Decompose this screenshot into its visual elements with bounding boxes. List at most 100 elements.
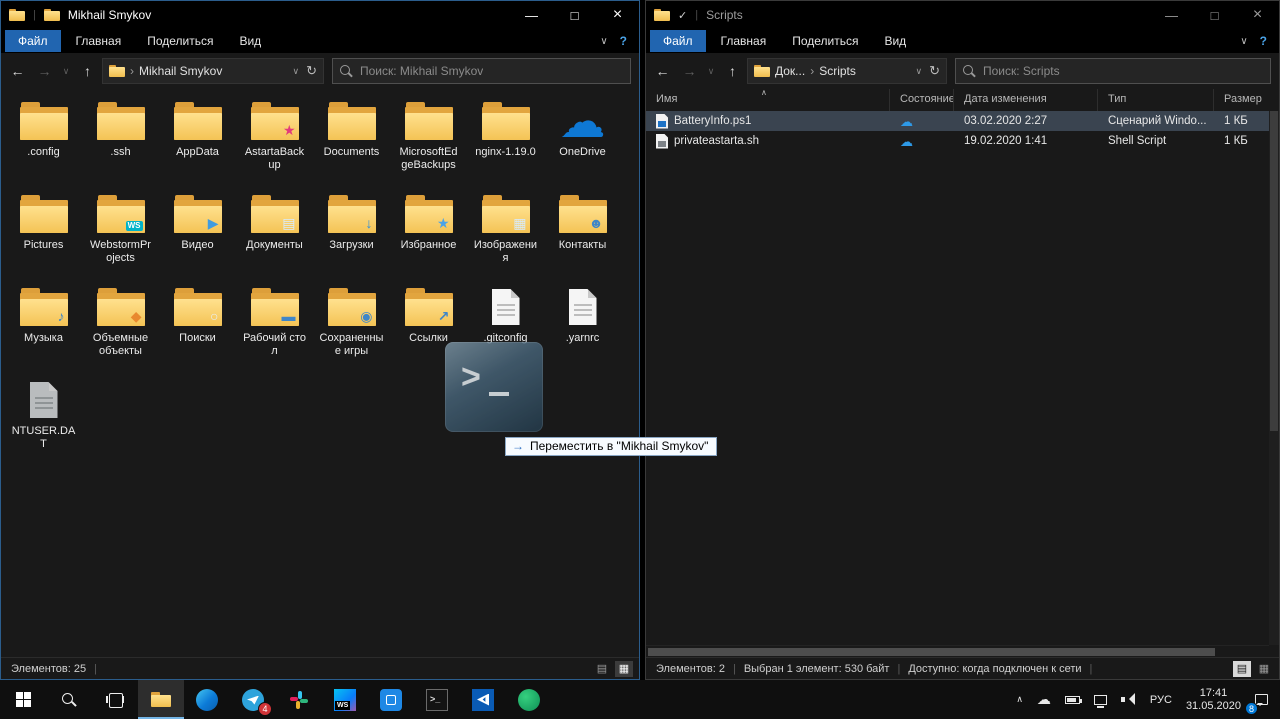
file-item-сохраненные-игры[interactable]: ◉ Сохраненные игры bbox=[313, 281, 390, 374]
column-header-type[interactable]: Тип bbox=[1098, 89, 1214, 111]
file-item-nginx-1.19.0[interactable]: nginx-1.19.0 bbox=[467, 95, 544, 188]
file-item-documents[interactable]: Documents bbox=[313, 95, 390, 188]
slack-taskbar-button[interactable] bbox=[276, 680, 322, 719]
address-bar[interactable]: › Mikhail Smykov ∨ ↻ bbox=[102, 58, 324, 84]
column-header-size[interactable]: Размер bbox=[1214, 89, 1269, 111]
file-item-загрузки[interactable]: ↓ Загрузки bbox=[313, 188, 390, 281]
recent-locations-chevron-icon[interactable]: ∨ bbox=[704, 58, 718, 84]
tab-file[interactable]: Файл bbox=[650, 30, 706, 52]
forward-button[interactable]: → bbox=[32, 58, 57, 84]
file-item-pictures[interactable]: Pictures bbox=[5, 188, 82, 281]
edge-taskbar-button[interactable] bbox=[184, 680, 230, 719]
file-item-microsoftedgebackups[interactable]: MicrosoftEdgeBackups bbox=[390, 95, 467, 188]
file-item-.yarnrc[interactable]: .yarnrc bbox=[544, 281, 621, 374]
details-view-button[interactable]: ▤ bbox=[1233, 660, 1251, 677]
table-row-batteryinfo.ps1[interactable]: BatteryInfo.ps1 ☁ 03.02.2020 2:27 Сценарий … bbox=[646, 111, 1269, 131]
tab-file[interactable]: Файл bbox=[5, 30, 61, 52]
address-bar[interactable]: Док... › Scripts ∨ ↻ bbox=[747, 58, 947, 84]
action-center-button[interactable]: 8 bbox=[1245, 680, 1280, 719]
back-button[interactable]: ← bbox=[5, 58, 30, 84]
recent-locations-chevron-icon[interactable]: ∨ bbox=[59, 58, 73, 84]
quick-access-folder-icon[interactable] bbox=[43, 9, 60, 21]
start-button[interactable] bbox=[0, 680, 46, 719]
file-item-избранное[interactable]: ★ Избранное bbox=[390, 188, 467, 281]
code-app-taskbar-button[interactable] bbox=[460, 680, 506, 719]
address-dropdown-icon[interactable]: ∨ bbox=[916, 66, 923, 77]
minimize-button[interactable]: — bbox=[510, 1, 553, 29]
large-icons-view-button[interactable]: ▦ bbox=[1255, 661, 1273, 677]
breadcrumb[interactable]: Mikhail Smykov bbox=[139, 64, 222, 78]
language-indicator[interactable]: РУС bbox=[1143, 680, 1179, 719]
tab-home[interactable]: Главная bbox=[708, 29, 780, 53]
details-view-button[interactable]: ▤ bbox=[593, 661, 611, 677]
file-item-.ssh[interactable]: .ssh bbox=[82, 95, 159, 188]
titlebar-right[interactable]: ✓ | Scripts — □ × bbox=[646, 1, 1279, 29]
close-button[interactable]: × bbox=[596, 1, 639, 29]
green-app-icon bbox=[518, 688, 540, 711]
file-item-документы[interactable]: ▤ Документы bbox=[236, 188, 313, 281]
telegram-taskbar-button[interactable]: 4 bbox=[230, 680, 276, 719]
maximize-button[interactable]: □ bbox=[1193, 1, 1236, 29]
file-explorer-taskbar-button[interactable] bbox=[138, 680, 184, 719]
taskbar-search-button[interactable] bbox=[46, 680, 92, 719]
column-header-name[interactable]: Имя bbox=[646, 89, 890, 111]
file-item-astartabackup[interactable]: ★ AstartaBackup bbox=[236, 95, 313, 188]
file-item-ntuser.dat[interactable]: NTUSER.DAT bbox=[5, 374, 82, 467]
large-icons-view-button[interactable]: ▦ bbox=[615, 660, 633, 677]
webstorm-taskbar-button[interactable] bbox=[322, 680, 368, 719]
battery-tray-button[interactable] bbox=[1058, 680, 1087, 719]
column-header-status[interactable]: Состояние bbox=[890, 89, 954, 111]
tray-expand-button[interactable]: ∧ bbox=[1009, 680, 1030, 719]
file-item-видео[interactable]: ▶ Видео bbox=[159, 188, 236, 281]
tab-share[interactable]: Поделиться bbox=[134, 29, 226, 53]
file-item-объемные-объекты[interactable]: ◆ Объемные объекты bbox=[82, 281, 159, 374]
tab-home[interactable]: Главная bbox=[63, 29, 135, 53]
tab-view[interactable]: Вид bbox=[226, 29, 274, 53]
breadcrumb[interactable]: Scripts bbox=[819, 64, 856, 78]
ribbon-expand-icon[interactable]: ∨ bbox=[600, 36, 607, 47]
titlebar-left[interactable]: | Mikhail Smykov — □ × bbox=[1, 1, 639, 29]
network-tray-button[interactable] bbox=[1087, 680, 1114, 719]
tab-share[interactable]: Поделиться bbox=[779, 29, 871, 53]
file-item-appdata[interactable]: AppData bbox=[159, 95, 236, 188]
horizontal-scrollbar[interactable] bbox=[646, 645, 1269, 657]
vertical-scrollbar[interactable] bbox=[1269, 111, 1279, 645]
blue-app-taskbar-button[interactable] bbox=[368, 680, 414, 719]
task-view-button[interactable] bbox=[92, 680, 138, 719]
up-button[interactable]: ↑ bbox=[720, 58, 745, 84]
column-header-date[interactable]: Дата изменения bbox=[954, 89, 1098, 111]
file-item-музыка[interactable]: ♪ Музыка bbox=[5, 281, 82, 374]
maximize-button[interactable]: □ bbox=[553, 1, 596, 29]
file-item-webstormprojects[interactable]: WS WebstormProjects bbox=[82, 188, 159, 281]
table-row-privateastarta.sh[interactable]: privateastarta.sh ☁ 19.02.2020 1:41 Shell S… bbox=[646, 131, 1269, 151]
minimize-button[interactable]: — bbox=[1150, 1, 1193, 29]
up-button[interactable]: ↑ bbox=[75, 58, 100, 84]
file-item-поиски[interactable]: ○ Поиски bbox=[159, 281, 236, 374]
ribbon-expand-icon[interactable]: ∨ bbox=[1240, 36, 1247, 47]
scrollbar-thumb[interactable] bbox=[1270, 111, 1278, 432]
file-item-onedrive[interactable]: ☁ OneDrive bbox=[544, 95, 621, 188]
volume-tray-button[interactable] bbox=[1114, 680, 1143, 719]
help-icon[interactable]: ? bbox=[620, 34, 627, 48]
scrollbar-thumb[interactable] bbox=[648, 648, 1215, 656]
address-dropdown-icon[interactable]: ∨ bbox=[293, 66, 300, 77]
tab-view[interactable]: Вид bbox=[871, 29, 919, 53]
file-item-.config[interactable]: .config bbox=[5, 95, 82, 188]
search-box[interactable]: Поиск: Scripts bbox=[955, 58, 1271, 84]
terminal-taskbar-button[interactable] bbox=[414, 680, 460, 719]
properties-icon[interactable]: ✓ bbox=[678, 9, 687, 22]
green-app-taskbar-button[interactable] bbox=[506, 680, 552, 719]
refresh-button[interactable]: ↻ bbox=[304, 63, 319, 79]
refresh-button[interactable]: ↻ bbox=[927, 63, 942, 79]
close-button[interactable]: × bbox=[1236, 1, 1279, 29]
breadcrumb-parent[interactable]: Док... bbox=[775, 64, 805, 78]
file-item-изображения[interactable]: ▦ Изображения bbox=[467, 188, 544, 281]
forward-button[interactable]: → bbox=[677, 58, 702, 84]
search-box[interactable]: Поиск: Mikhail Smykov bbox=[332, 58, 631, 84]
help-icon[interactable]: ? bbox=[1260, 34, 1267, 48]
onedrive-tray-button[interactable]: ☁ bbox=[1030, 680, 1058, 719]
back-button[interactable]: ← bbox=[650, 58, 675, 84]
clock[interactable]: 17:41 31.05.2020 bbox=[1179, 680, 1248, 719]
file-item-рабочий-стол[interactable]: ▬ Рабочий стол bbox=[236, 281, 313, 374]
file-item-контакты[interactable]: ☻ Контакты bbox=[544, 188, 621, 281]
